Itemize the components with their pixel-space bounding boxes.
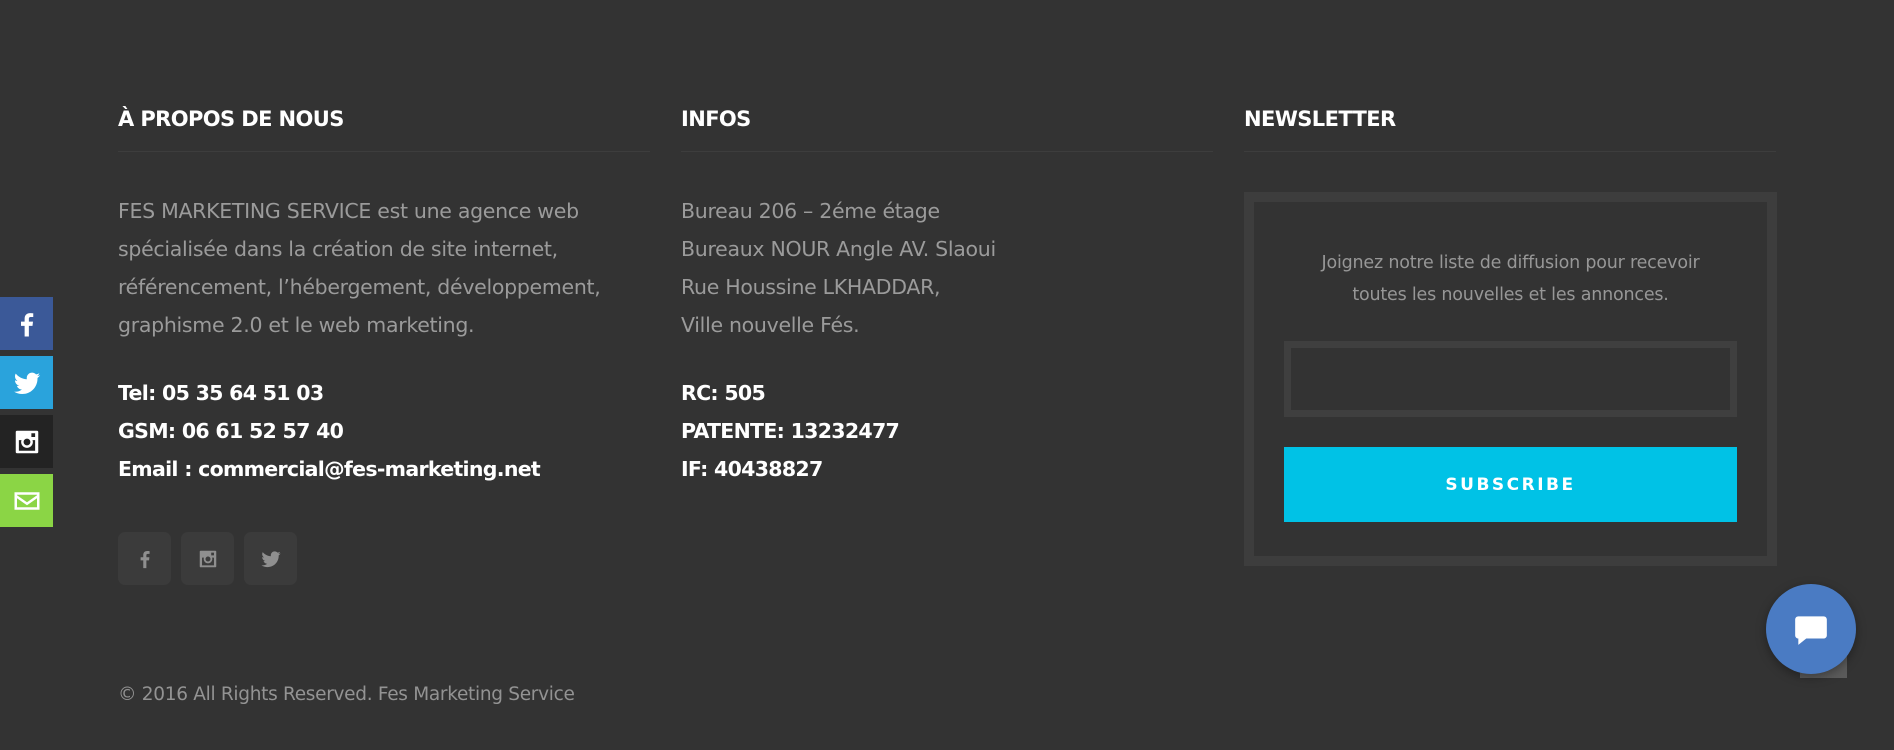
side-share-email[interactable] <box>0 474 53 527</box>
address-line: Bureau 206 – 2éme étage <box>681 199 940 223</box>
address-block: Bureau 206 – 2éme étage Bureaux NOUR Ang… <box>681 192 1213 344</box>
twitter-button[interactable] <box>244 532 297 585</box>
side-share-facebook[interactable] <box>0 297 53 350</box>
social-links <box>118 532 650 585</box>
newsletter-description: Joignez notre liste de diffusion pour re… <box>1284 247 1737 311</box>
address-line: Rue Houssine LKHADDAR, <box>681 275 941 299</box>
patente-text: PATENTE: 13232477 <box>681 419 900 443</box>
about-description-line: référencement, l’hébergement, développem… <box>118 275 601 299</box>
twitter-icon <box>13 372 40 394</box>
phone-text: Tel: 05 35 64 51 03 <box>118 381 324 405</box>
about-column: À PROPOS DE NOUS FES MARKETING SERVICE e… <box>118 102 650 585</box>
chat-bubble-icon <box>1795 616 1827 645</box>
instagram-icon <box>15 430 38 453</box>
subscribe-button[interactable]: SUBSCRIBE <box>1284 447 1737 522</box>
newsletter-email-input[interactable] <box>1284 341 1737 417</box>
about-title: À PROPOS DE NOUS <box>118 102 650 152</box>
about-description-line: spécialisée dans la création de site int… <box>118 237 558 261</box>
gsm-text: GSM: 06 61 52 57 40 <box>118 419 344 443</box>
about-description-line: FES MARKETING SERVICE est une agence web <box>118 199 579 223</box>
mail-icon <box>14 491 39 510</box>
if-text: IF: 40438827 <box>681 457 823 481</box>
about-description-line: graphisme 2.0 et le web marketing. <box>118 313 475 337</box>
instagram-button[interactable] <box>181 532 234 585</box>
chat-button[interactable] <box>1766 584 1856 674</box>
rc-text: RC: 505 <box>681 381 766 405</box>
about-description: FES MARKETING SERVICE est une agence web… <box>118 192 650 344</box>
side-share-instagram[interactable] <box>0 415 53 468</box>
facebook-button[interactable] <box>118 532 171 585</box>
newsletter-title: NEWSLETTER <box>1244 102 1776 152</box>
newsletter-form: Joignez notre liste de diffusion pour re… <box>1244 192 1777 566</box>
legal-info: RC: 505 PATENTE: 13232477 IF: 40438827 <box>681 374 1213 488</box>
newsletter-text-line: Joignez notre liste de diffusion pour re… <box>1321 253 1700 273</box>
newsletter-text-line: toutes les nouvelles et les annonces. <box>1352 285 1669 305</box>
instagram-icon <box>199 550 216 567</box>
twitter-icon <box>260 550 281 567</box>
copyright-text: © 2016 All Rights Reserved. Fes Marketin… <box>118 684 575 705</box>
facebook-icon <box>20 312 33 336</box>
address-line: Ville nouvelle Fés. <box>681 313 860 337</box>
newsletter-column: NEWSLETTER Joignez notre liste de diffus… <box>1244 102 1777 566</box>
infos-column: INFOS Bureau 206 – 2éme étage Bureaux NO… <box>681 102 1213 488</box>
infos-title: INFOS <box>681 102 1213 152</box>
contact-info: Tel: 05 35 64 51 03 GSM: 06 61 52 57 40 … <box>118 374 650 488</box>
address-line: Bureaux NOUR Angle AV. Slaoui <box>681 237 996 261</box>
side-share-bar <box>0 297 53 533</box>
email-text[interactable]: Email : commercial@fes-marketing.net <box>118 450 650 488</box>
side-share-twitter[interactable] <box>0 356 53 409</box>
facebook-icon <box>140 550 150 568</box>
